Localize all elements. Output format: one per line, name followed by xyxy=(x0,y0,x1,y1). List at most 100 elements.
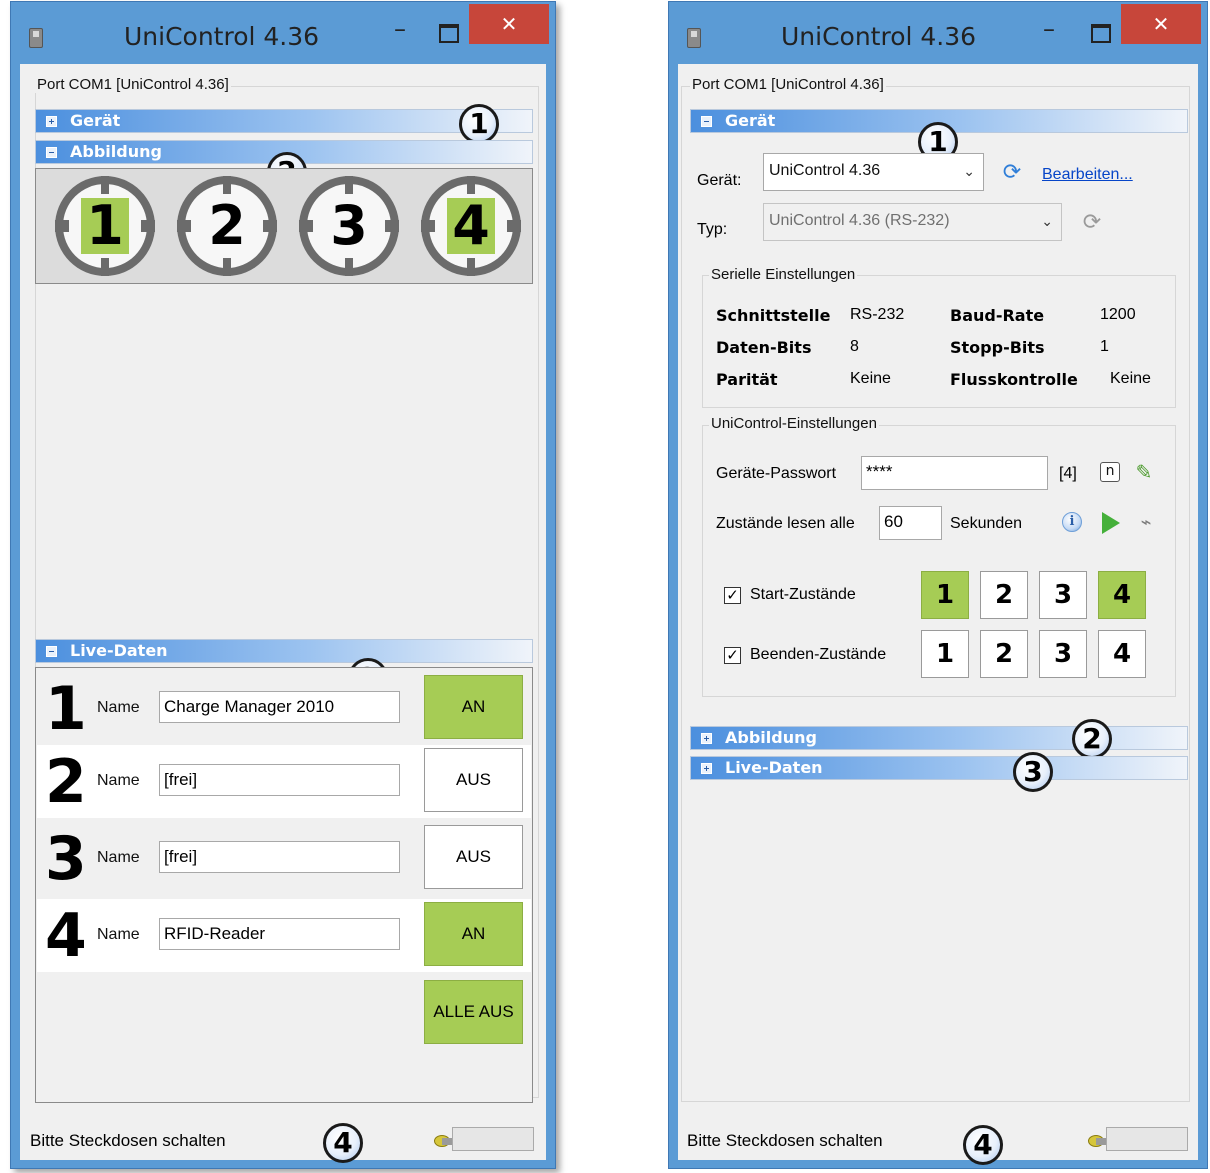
end-states-label: Beenden-Zustände xyxy=(750,646,887,663)
start-state-4[interactable]: 4 xyxy=(1098,571,1146,619)
section-live-daten[interactable]: Live-Daten xyxy=(35,639,533,663)
type-label: Typ: xyxy=(697,221,728,238)
switch-button[interactable]: AN xyxy=(424,675,523,739)
device-label: Gerät: xyxy=(697,172,742,189)
socket-tab xyxy=(223,176,231,194)
live-row-2: 2 Name [frei] AUS xyxy=(37,745,531,818)
app-icon[interactable] xyxy=(687,28,701,48)
start-state-2[interactable]: 2 xyxy=(980,571,1028,619)
read-interval-label: Zustände lesen alle xyxy=(716,515,855,532)
live-row-1: 1 Name Charge Manager 2010 AN xyxy=(37,672,531,745)
switch-button[interactable]: AN xyxy=(424,902,523,966)
socket-1[interactable]: 1 xyxy=(55,176,155,276)
start-states-checkbox[interactable]: ✓ xyxy=(724,587,741,604)
info-icon[interactable]: i xyxy=(1062,512,1082,532)
end-state-1[interactable]: 1 xyxy=(921,630,969,678)
name-label: Name xyxy=(97,699,140,716)
interface-value: RS-232 xyxy=(850,306,905,323)
databits-key: Daten-Bits xyxy=(716,338,812,357)
chevron-down-icon: ⌄ xyxy=(1041,213,1053,229)
collapse-icon[interactable] xyxy=(46,646,57,657)
start-states-label: Start-Zustände xyxy=(750,586,856,603)
callout-4: 4 xyxy=(323,1123,363,1163)
section-live-daten[interactable]: Live-Daten xyxy=(690,756,1188,780)
expand-icon[interactable] xyxy=(701,733,712,744)
status-progress-bar xyxy=(452,1127,534,1151)
name-input[interactable]: [frei] xyxy=(159,764,400,796)
switch-button[interactable]: AUS xyxy=(424,748,523,812)
socket-tab xyxy=(55,220,69,232)
maximize-button[interactable] xyxy=(433,20,461,44)
minimize-button[interactable]: – xyxy=(1035,17,1063,44)
socket-tab xyxy=(421,220,435,232)
title-bar[interactable]: UniControl 4.36 – ✕ xyxy=(11,2,555,56)
socket-tab xyxy=(263,220,277,232)
name-input[interactable]: RFID-Reader xyxy=(159,918,400,950)
play-icon[interactable] xyxy=(1102,512,1120,534)
expand-icon[interactable] xyxy=(701,763,712,774)
window-title: UniControl 4.36 xyxy=(124,22,320,51)
start-state-3[interactable]: 3 xyxy=(1039,571,1087,619)
device-select-value: UniControl 4.36 xyxy=(769,162,881,179)
socket-2[interactable]: 2 xyxy=(177,176,277,276)
type-select[interactable]: UniControl 4.36 (RS-232) ⌄ xyxy=(763,203,1062,241)
status-progress-bar xyxy=(1106,1127,1188,1151)
end-state-2[interactable]: 2 xyxy=(980,630,1028,678)
password-input[interactable]: **** xyxy=(861,456,1048,490)
status-text: Bitte Steckdosen schalten xyxy=(30,1131,226,1150)
collapse-icon[interactable] xyxy=(46,147,57,158)
name-input[interactable]: [frei] xyxy=(159,841,400,873)
name-label: Name xyxy=(97,849,140,866)
minimize-button[interactable]: – xyxy=(386,17,414,44)
pencil-icon[interactable]: ✎ xyxy=(1133,461,1155,483)
parity-key: Parität xyxy=(716,370,778,389)
maximize-button[interactable] xyxy=(1085,20,1113,44)
port-caption: Port COM1 [UniControl 4.36] xyxy=(35,76,231,93)
section-geraet-label: Gerät xyxy=(725,111,776,130)
baud-key: Baud-Rate xyxy=(950,306,1045,325)
refresh-icon[interactable]: ⟳ xyxy=(1001,162,1023,184)
close-button[interactable]: ✕ xyxy=(1121,4,1201,44)
expand-icon[interactable] xyxy=(46,116,57,127)
socket-tab xyxy=(345,258,353,276)
title-bar[interactable]: UniControl 4.36 – ✕ xyxy=(669,2,1207,56)
end-state-4[interactable]: 4 xyxy=(1098,630,1146,678)
left-window: UniControl 4.36 – ✕ Port COM1 [UniContro… xyxy=(10,1,556,1169)
socket-tab xyxy=(101,176,109,194)
section-abbildung[interactable]: Abbildung xyxy=(690,726,1188,750)
read-interval-input[interactable]: 60 xyxy=(879,506,942,540)
callout-3: 3 xyxy=(1013,752,1053,792)
end-states-checkbox[interactable]: ✓ xyxy=(724,647,741,664)
start-state-1[interactable]: 1 xyxy=(921,571,969,619)
plug-icon[interactable]: ⌁ xyxy=(1134,513,1158,533)
socket-3[interactable]: 3 xyxy=(299,176,399,276)
outlet-number: 3 xyxy=(45,824,87,894)
collapse-icon[interactable] xyxy=(701,116,712,127)
socket-tab xyxy=(141,220,155,232)
edit-link[interactable]: Bearbeiten... xyxy=(1042,166,1133,184)
socket-4[interactable]: 4 xyxy=(421,176,521,276)
client-area: Port COM1 [UniControl 4.36] Gerät 1 Abbi… xyxy=(20,64,546,1163)
refresh-icon: ⟳ xyxy=(1082,210,1102,235)
socket-number: 3 xyxy=(330,194,368,257)
client-area: Port COM1 [UniControl 4.36] Gerät 1 Gerä… xyxy=(678,64,1198,1165)
all-off-button[interactable]: ALLE AUS xyxy=(424,980,523,1044)
close-button[interactable]: ✕ xyxy=(469,4,549,44)
section-live-daten-label: Live-Daten xyxy=(725,758,823,777)
app-icon[interactable] xyxy=(29,28,43,48)
n-badge-icon[interactable]: n xyxy=(1100,462,1120,482)
end-state-3[interactable]: 3 xyxy=(1039,630,1087,678)
right-window: UniControl 4.36 – ✕ Port COM1 [UniContro… xyxy=(668,1,1208,1169)
chevron-down-icon: ⌄ xyxy=(963,163,975,179)
connection-icon xyxy=(434,1133,452,1147)
switch-button[interactable]: AUS xyxy=(424,825,523,889)
connection-icon xyxy=(1088,1133,1106,1147)
device-select[interactable]: UniControl 4.36 ⌄ xyxy=(763,153,984,191)
callout-2: 2 xyxy=(1072,719,1112,759)
databits-value: 8 xyxy=(850,338,859,355)
socket-number: 2 xyxy=(208,194,246,257)
status-text: Bitte Steckdosen schalten xyxy=(687,1131,883,1150)
name-input[interactable]: Charge Manager 2010 xyxy=(159,691,400,723)
name-label: Name xyxy=(97,926,140,943)
section-geraet-label: Gerät xyxy=(70,111,121,130)
